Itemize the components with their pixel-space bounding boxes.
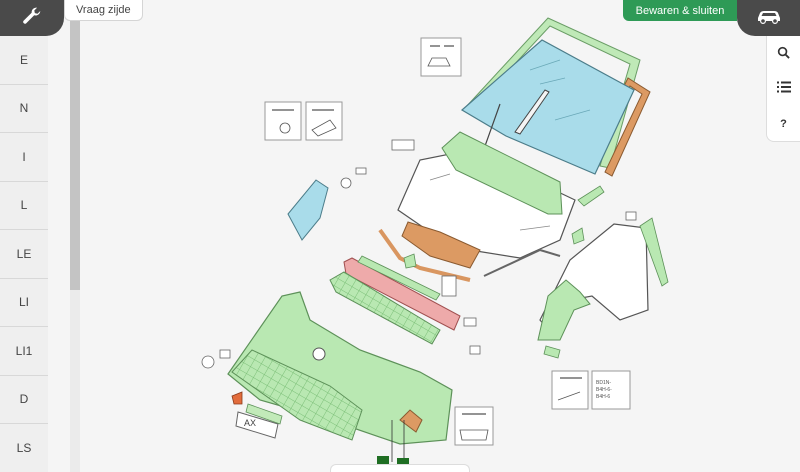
wrench-icon <box>21 5 43 32</box>
side-item-d[interactable]: D <box>0 375 48 424</box>
side-panel: E N I L LE LI LI1 D LS <box>0 0 48 472</box>
svg-text:B4H-6-: B4H-6- <box>596 387 612 393</box>
info-box-windshield[interactable] <box>420 37 462 77</box>
license-plate-holder-part[interactable]: AX <box>235 403 283 439</box>
list-button[interactable] <box>767 71 800 106</box>
side-selector-list: E N I L LE LI LI1 D LS <box>0 36 48 472</box>
svg-text:BD1N-: BD1N- <box>596 380 611 386</box>
side-item-label: N <box>19 101 29 116</box>
side-item-label: E <box>19 52 28 67</box>
side-item-i[interactable]: I <box>0 133 48 182</box>
info-box-fender[interactable] <box>551 370 589 410</box>
info-box-bracket[interactable]: BD1N- B4H-6- B4H-6 <box>591 370 631 410</box>
save-and-close-button[interactable]: Bewaren & sluiten <box>623 0 737 21</box>
side-item-li[interactable]: LI <box>0 278 48 327</box>
search-icon <box>777 46 790 62</box>
svg-text:B4H-6: B4H-6 <box>596 394 610 400</box>
info-box-bumper[interactable] <box>454 406 494 446</box>
side-item-label: LI1 <box>15 343 33 358</box>
search-button[interactable] <box>767 36 800 71</box>
side-item-l[interactable]: L <box>0 181 48 230</box>
vehicle-button[interactable] <box>737 0 800 36</box>
save-and-close-label: Bewaren & sluiten <box>635 4 725 17</box>
tools-button[interactable] <box>0 0 64 36</box>
side-item-e[interactable]: E <box>0 36 48 85</box>
headlight-lens-part[interactable] <box>287 179 329 241</box>
diagram-scrollbar[interactable] <box>70 18 80 472</box>
side-item-li1[interactable]: LI1 <box>0 327 48 376</box>
side-item-label: LI <box>18 295 29 310</box>
right-toolbar: ? <box>766 36 800 142</box>
side-item-n[interactable]: N <box>0 84 48 133</box>
side-item-le[interactable]: LE <box>0 230 48 279</box>
help-button[interactable]: ? <box>767 106 800 141</box>
ask-side-label: Vraag zijde <box>76 4 131 16</box>
info-box-hood[interactable] <box>305 101 343 141</box>
side-item-label: LE <box>16 246 32 261</box>
side-item-label: L <box>20 198 28 213</box>
front-body-parts-diagram: AX BD1N- B4H-6- B4H-6 <box>201 17 669 468</box>
side-item-ls[interactable]: LS <box>0 424 48 472</box>
side-item-label: I <box>22 149 26 164</box>
info-box-headlight[interactable] <box>264 101 302 141</box>
scrollbar-thumb[interactable] <box>70 18 80 290</box>
side-item-label: D <box>19 392 29 407</box>
side-item-label: LS <box>16 440 32 455</box>
plate-text: AX <box>244 418 256 428</box>
bottom-panel-handle[interactable] <box>330 464 470 472</box>
ask-side-tab[interactable]: Vraag zijde <box>64 0 143 21</box>
car-icon <box>756 8 782 29</box>
help-icon: ? <box>780 117 787 130</box>
list-icon <box>776 81 791 96</box>
damage-assessment-app: AX BD1N- B4H-6- B4H-6 E N I L LE LI LI1 … <box>0 0 800 472</box>
